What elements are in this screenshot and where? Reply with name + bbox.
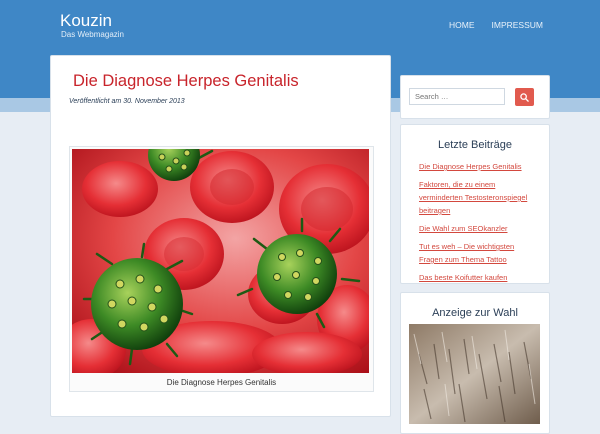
- nav-item-impressum[interactable]: IMPRESSUM: [492, 20, 543, 30]
- recent-post-link[interactable]: Die Diagnose Herpes Genitalis: [419, 162, 522, 171]
- site-title[interactable]: Kouzin: [60, 11, 112, 31]
- search-icon: [520, 92, 529, 102]
- post-article: Die Diagnose Herpes Genitalis Veröffentl…: [50, 55, 391, 417]
- search-input[interactable]: [409, 88, 505, 105]
- recent-post-link[interactable]: Tut es weh – Die wichtigsten Fragen zum …: [419, 242, 514, 264]
- main-nav: HOME IMPRESSUM: [449, 20, 543, 30]
- image-caption: Die Diagnose Herpes Genitalis: [166, 378, 277, 387]
- post-figure: Die Diagnose Herpes Genitalis: [69, 146, 374, 392]
- post-title[interactable]: Die Diagnose Herpes Genitalis: [73, 72, 299, 91]
- recent-posts-list: Die Diagnose Herpes Genitalis Faktoren, …: [401, 159, 549, 283]
- ad-image[interactable]: [409, 324, 540, 424]
- recent-post-link[interactable]: Die Wahl zum SEOkanzler: [419, 224, 508, 233]
- recent-posts-widget: Letzte Beiträge Die Diagnose Herpes Geni…: [400, 124, 550, 284]
- recent-post-link[interactable]: Faktoren, die zu einem verminderten Test…: [419, 180, 527, 215]
- list-item: Faktoren, die zu einem verminderten Test…: [419, 177, 539, 216]
- list-item: Tut es weh – Die wichtigsten Fragen zum …: [419, 239, 539, 265]
- recent-post-link[interactable]: Das beste Koifutter kaufen: [419, 273, 507, 282]
- site-tagline: Das Webmagazin: [61, 30, 124, 39]
- search-button[interactable]: [515, 88, 534, 106]
- search-widget: [400, 75, 550, 119]
- recent-posts-title: Letzte Beiträge: [438, 139, 512, 151]
- post-image[interactable]: [72, 149, 369, 373]
- ad-title: Anzeige zur Wahl: [432, 307, 518, 319]
- ad-widget: Anzeige zur Wahl: [400, 292, 550, 434]
- nav-item-home[interactable]: HOME: [449, 20, 475, 30]
- list-item: Das beste Koifutter kaufen: [419, 270, 539, 283]
- list-item: Die Diagnose Herpes Genitalis: [419, 159, 539, 172]
- list-item: Die Wahl zum SEOkanzler: [419, 221, 539, 234]
- post-meta: Veröffentlicht am 30. November 2013: [69, 98, 185, 105]
